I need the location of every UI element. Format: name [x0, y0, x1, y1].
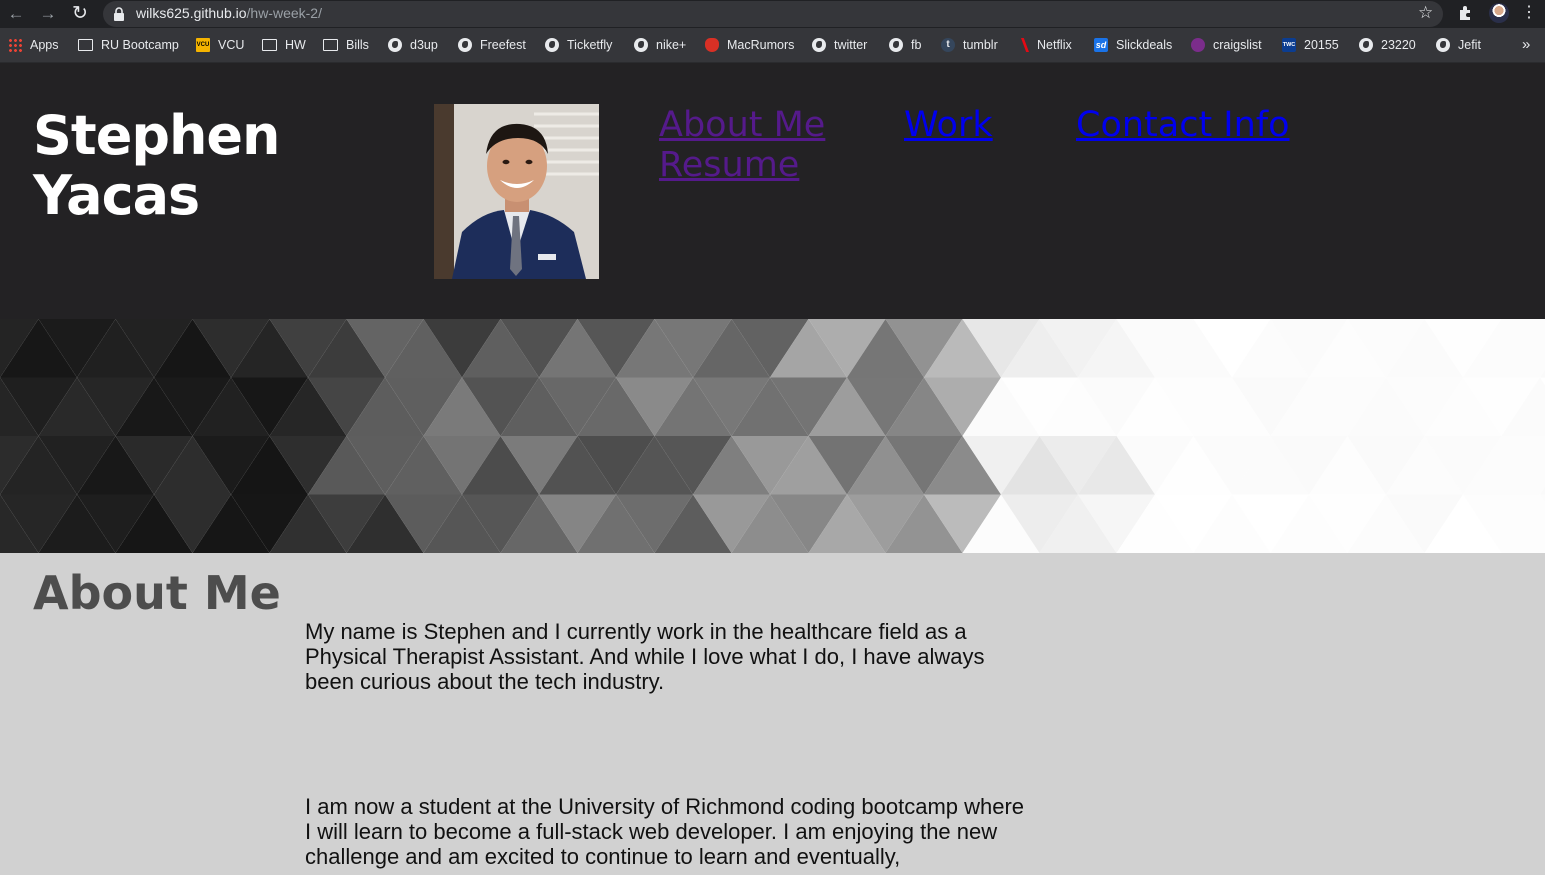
about-paragraph-1: My name is Stephen and I currently work …: [305, 619, 985, 694]
globe-icon: [634, 38, 648, 52]
bookmark-20155[interactable]: TWC 20155: [1282, 37, 1339, 53]
bookmark-ticketfly[interactable]: Ticketfly: [545, 37, 612, 53]
folder-icon: [78, 39, 93, 51]
globe-icon: [388, 38, 402, 52]
bookmark-label: Slickdeals: [1116, 38, 1173, 52]
address-bar[interactable]: wilks625.github.io/hw-week-2/ ☆: [103, 1, 1443, 27]
bookmark-label: 20155: [1304, 38, 1339, 52]
globe-icon: [545, 38, 559, 52]
bookmark-label: Ticketfly: [567, 38, 613, 52]
bookmark-netflix[interactable]: Netflix: [1021, 37, 1072, 53]
globe-icon: [1359, 38, 1373, 52]
nav-link-contact-info[interactable]: Contact Info: [1076, 105, 1290, 145]
bookmark-tumblr[interactable]: t tumblr: [941, 37, 998, 53]
browser-menu-icon[interactable]: ⋮: [1521, 2, 1537, 22]
globe-icon: [889, 38, 903, 52]
extensions-puzzle-icon[interactable]: [1457, 4, 1475, 22]
bookmark-nike[interactable]: nike+: [634, 37, 686, 53]
bookmark-craigslist[interactable]: craigslist: [1191, 37, 1262, 53]
globe-icon: [1436, 38, 1450, 52]
bookmark-jefit[interactable]: Jefit: [1436, 37, 1481, 53]
bookmark-23220[interactable]: 23220: [1359, 37, 1416, 53]
folder-icon: [323, 39, 338, 51]
nav-link-resume[interactable]: Resume: [659, 145, 799, 185]
profile-avatar[interactable]: [1489, 3, 1509, 23]
folder-icon: [262, 39, 277, 51]
tumblr-icon: t: [941, 38, 955, 52]
reload-icon[interactable]: ↻: [68, 2, 92, 26]
bookmark-macrumors[interactable]: MacRumors: [705, 37, 794, 53]
bookmark-label: fb: [911, 38, 922, 52]
bookmark-vcu[interactable]: VCU VCU: [196, 37, 244, 53]
about-section: About Me My name is Stephen and I curren…: [0, 553, 1545, 875]
bookmark-apps[interactable]: Apps: [8, 37, 59, 53]
bookmark-label: tumblr: [963, 38, 998, 52]
apps-grid-icon: [8, 38, 22, 52]
url-domain: wilks625.github.io: [136, 5, 247, 21]
bookmark-ru-bootcamp[interactable]: RU Bootcamp: [78, 37, 179, 53]
bookmark-label: RU Bootcamp: [101, 38, 179, 52]
bookmark-label: MacRumors: [727, 38, 795, 52]
about-heading: About Me: [33, 566, 281, 620]
browser-toolbar: ← → ↻ wilks625.github.io/hw-week-2/ ☆ ⋮: [0, 0, 1545, 28]
site-header: Stephen Yacas About Me Resume Work Conta…: [0, 63, 1545, 319]
bookmark-label: Bills: [346, 38, 369, 52]
bookmark-label: Jefit: [1458, 38, 1481, 52]
bookmark-label: 23220: [1381, 38, 1416, 52]
bookmark-label: Netflix: [1037, 38, 1072, 52]
bookmark-slickdeals[interactable]: sd Slickdeals: [1094, 37, 1172, 53]
lock-icon: [114, 7, 124, 21]
bookmark-label: craigslist: [1213, 38, 1262, 52]
bookmark-hw[interactable]: HW: [262, 37, 306, 53]
about-paragraph-2: I am now a student at the University of …: [305, 794, 1025, 869]
bookmarks-bar: Apps RU Bootcamp VCU VCU HW Bills d3up Fr…: [0, 28, 1545, 63]
twc-icon: TWC: [1282, 38, 1296, 52]
bookmark-label: Apps: [30, 38, 59, 52]
profile-photo: [434, 104, 599, 279]
bookmark-star-icon[interactable]: ☆: [1418, 3, 1433, 23]
url-path: /hw-week-2/: [246, 5, 322, 21]
nav-link-work[interactable]: Work: [904, 105, 993, 145]
bookmark-d3up[interactable]: d3up: [388, 37, 438, 53]
more-bookmarks-chevron-icon[interactable]: »: [1522, 36, 1530, 53]
bookmark-label: Freefest: [480, 38, 526, 52]
bookmark-label: HW: [285, 38, 306, 52]
url-text: wilks625.github.io/hw-week-2/: [136, 5, 322, 21]
site-title: Stephen Yacas: [33, 104, 281, 227]
bookmark-bills[interactable]: Bills: [323, 37, 369, 53]
back-arrow-icon[interactable]: ←: [4, 2, 28, 26]
bookmark-label: nike+: [656, 38, 687, 52]
profile-photo-image: [434, 104, 599, 279]
hero-banner-image: [0, 319, 1545, 553]
bookmark-freefest[interactable]: Freefest: [458, 37, 526, 53]
bookmark-label: twitter: [834, 38, 868, 52]
bookmark-label: VCU: [218, 38, 245, 52]
netflix-icon: [1021, 38, 1029, 52]
bookmark-fb[interactable]: fb: [889, 37, 921, 53]
craigslist-icon: [1191, 38, 1205, 52]
bookmark-label: d3up: [410, 38, 438, 52]
forward-arrow-icon[interactable]: →: [36, 2, 60, 26]
globe-icon: [812, 38, 826, 52]
bookmark-twitter[interactable]: twitter: [812, 37, 867, 53]
nav-link-about-me[interactable]: About Me: [659, 105, 825, 145]
triangle-pattern: [0, 319, 1545, 553]
vcu-icon: VCU: [196, 38, 210, 52]
macrumors-icon: [705, 38, 719, 52]
slickdeals-icon: sd: [1094, 38, 1108, 52]
globe-icon: [458, 38, 472, 52]
